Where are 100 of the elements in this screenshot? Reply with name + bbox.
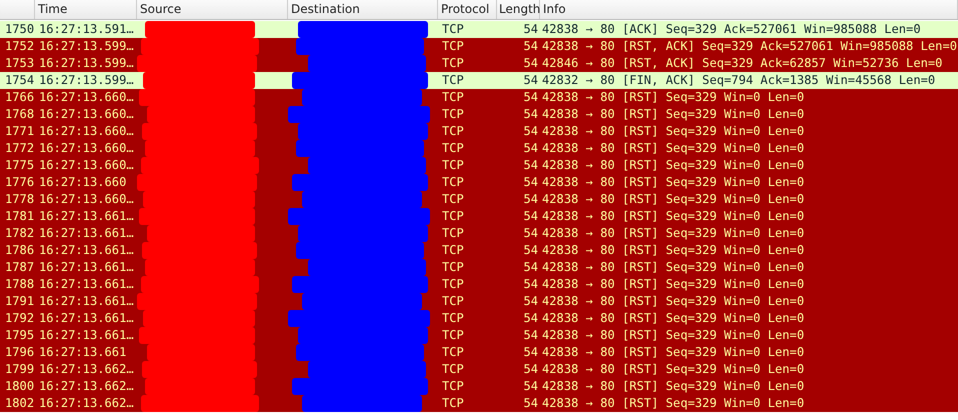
frame-number: 1800 [4,378,35,395]
packet-row[interactable]: 1775 16:27:13.660… TCP 54 42838 → 80 [RST] Seq=329 Win=0 Len=0 [0,157,958,174]
length-cell-text: 54 [522,38,539,55]
time-cell-text: 16:27:13.661… [38,293,135,310]
length-cell-text: 54 [522,361,539,378]
packet-row[interactable]: 1800 16:27:13.662… TCP 54 42838 → 80 [RST] Seq=329 Win=0 Len=0 [0,378,958,395]
packet-row[interactable]: 1788 16:27:13.661… TCP 54 42838 → 80 [RST] Seq=329 Win=0 Len=0 [0,276,958,293]
info-cell-text: 42838 → 80 [RST] Seq=329 Win=0 Len=0 [541,89,806,106]
length-cell-text: 54 [522,174,539,191]
info-cell-text: 42838 → 80 [RST] Seq=329 Win=0 Len=0 [541,191,806,208]
packet-row[interactable]: 1799 16:27:13.662… TCP 54 42838 → 80 [RST] Seq=329 Win=0 Len=0 [0,361,958,378]
length-cell-text: 54 [522,259,539,276]
packet-row[interactable]: 1776 16:27:13.660 TCP 54 42838 → 80 [RST] Seq=329 Win=0 Len=0 [0,174,958,191]
time-cell-text: 16:27:13.660… [38,191,135,208]
length-cell-text: 54 [522,276,539,293]
protocol-cell-text: TCP [441,123,465,140]
frame-number: 1766 [4,89,35,106]
time-cell-text: 16:27:13.599… [38,55,135,72]
length-cell-text: 54 [522,378,539,395]
frame-number: 1787 [4,259,35,276]
packet-row[interactable]: 1796 16:27:13.661 TCP 54 42838 → 80 [RST] Seq=329 Win=0 Len=0 [0,344,958,361]
frame-number: 1776 [4,174,35,191]
length-cell-text: 54 [522,395,539,412]
column-header[interactable]: Source [137,0,288,19]
length-cell-text: 54 [522,106,539,123]
packet-row[interactable]: 1786 16:27:13.661… TCP 54 42838 → 80 [RST] Seq=329 Win=0 Len=0 [0,242,958,259]
info-cell-text: 42838 → 80 [RST] Seq=329 Win=0 Len=0 [541,140,806,157]
frame-number: 1802 [4,395,35,412]
frame-number: 1796 [4,344,35,361]
time-cell-text: 16:27:13.660… [38,157,135,174]
packet-row[interactable]: 1778 16:27:13.660… TCP 54 42838 → 80 [RST] Seq=329 Win=0 Len=0 [0,191,958,208]
length-cell-text: 54 [522,344,539,361]
packet-row[interactable]: 1772 16:27:13.660… TCP 54 42838 → 80 [RST] Seq=329 Win=0 Len=0 [0,140,958,157]
protocol-cell-text: TCP [441,259,465,276]
packet-row[interactable]: 1781 16:27:13.661… TCP 54 42838 → 80 [RST] Seq=329 Win=0 Len=0 [0,208,958,225]
protocol-cell-text: TCP [441,55,465,72]
column-header[interactable]: Protocol [438,0,497,19]
column-header[interactable]: Info [540,0,958,19]
time-cell-text: 16:27:13.661… [38,276,135,293]
packet-row[interactable]: 1802 16:27:13.662… TCP 54 42838 → 80 [RST] Seq=329 Win=0 Len=0 [0,395,958,412]
frame-number: 1775 [4,157,35,174]
time-cell-text: 16:27:13.661… [38,259,135,276]
length-cell-text: 54 [522,208,539,225]
packet-row[interactable]: 1787 16:27:13.661… TCP 54 42838 → 80 [RST] Seq=329 Win=0 Len=0 [0,259,958,276]
protocol-cell-text: TCP [441,327,465,344]
time-cell-text: 16:27:13.661… [38,242,135,259]
info-cell-text: 42838 → 80 [RST] Seq=329 Win=0 Len=0 [541,327,806,344]
protocol-cell-text: TCP [441,157,465,174]
length-cell-text: 54 [522,72,539,89]
info-cell-text: 42838 → 80 [RST] Seq=329 Win=0 Len=0 [541,293,806,310]
info-cell-text: 42838 → 80 [RST] Seq=329 Win=0 Len=0 [541,276,806,293]
frame-number: 1772 [4,140,35,157]
protocol-cell-text: TCP [441,38,465,55]
protocol-cell-text: TCP [441,276,465,293]
time-cell-text: 16:27:13.661 [38,344,128,361]
length-cell-text: 54 [522,123,539,140]
packet-row[interactable]: 1752 16:27:13.599… TCP 54 42838 → 80 [RST, ACK] Seq=329 Ack=527061 Win=985088 Len=0 [0,38,958,55]
length-cell-text: 54 [522,55,539,72]
time-cell-text: 16:27:13.660… [38,106,135,123]
frame-number: 1781 [4,208,35,225]
time-cell-text: 16:27:13.599… [38,72,135,89]
time-cell-text: 16:27:13.661… [38,208,135,225]
packet-row[interactable]: 1766 16:27:13.660… TCP 54 42838 → 80 [RST] Seq=329 Win=0 Len=0 [0,89,958,106]
info-cell-text: 42838 → 80 [RST] Seq=329 Win=0 Len=0 [541,208,806,225]
protocol-cell-text: TCP [441,89,465,106]
time-cell-text: 16:27:13.661… [38,310,135,327]
packet-row[interactable]: 1754 16:27:13.599… TCP 54 42832 → 80 [FIN, ACK] Seq=794 Ack=1385 Win=45568 Len=0 [0,72,958,89]
column-header[interactable]: Destination [288,0,438,19]
info-cell-text: 42838 → 80 [RST] Seq=329 Win=0 Len=0 [541,259,806,276]
protocol-cell-text: TCP [441,208,465,225]
length-cell-text: 54 [522,21,539,38]
column-header[interactable]: Time [35,0,137,19]
frame-number: 1754 [4,72,35,89]
frame-number: 1799 [4,361,35,378]
frame-number: 1778 [4,191,35,208]
length-cell-text: 54 [522,89,539,106]
protocol-cell-text: TCP [441,242,465,259]
column-header[interactable]: Length [497,0,540,19]
info-cell-text: 42838 → 80 [RST] Seq=329 Win=0 Len=0 [541,174,806,191]
packet-row[interactable]: 1792 16:27:13.661… TCP 54 42838 → 80 [RST] Seq=329 Win=0 Len=0 [0,310,958,327]
length-cell-text: 54 [522,140,539,157]
packet-row[interactable]: 1791 16:27:13.661… TCP 54 42838 → 80 [RST] Seq=329 Win=0 Len=0 [0,293,958,310]
packet-row[interactable]: 1750 16:27:13.591… TCP 54 42838 → 80 [ACK] Seq=329 Ack=527061 Win=985088 Len=0 [0,21,958,38]
packet-row[interactable]: 1771 16:27:13.660… TCP 54 42838 → 80 [RST] Seq=329 Win=0 Len=0 [0,123,958,140]
length-cell-text: 54 [522,225,539,242]
frame-number: 1795 [4,327,35,344]
protocol-cell-text: TCP [441,225,465,242]
frame-number: 1768 [4,106,35,123]
packet-row[interactable]: 1795 16:27:13.661… TCP 54 42838 → 80 [RST] Seq=329 Win=0 Len=0 [0,327,958,344]
protocol-cell-text: TCP [441,174,465,191]
info-cell-text: 42838 → 80 [RST] Seq=329 Win=0 Len=0 [541,378,806,395]
packet-row[interactable]: 1768 16:27:13.660… TCP 54 42838 → 80 [RST] Seq=329 Win=0 Len=0 [0,106,958,123]
protocol-cell-text: TCP [441,191,465,208]
frame-number: 1750 [4,21,35,38]
length-cell-text: 54 [522,293,539,310]
info-cell-text: 42838 → 80 [RST] Seq=329 Win=0 Len=0 [541,395,806,412]
length-cell-text: 54 [522,310,539,327]
packet-row[interactable]: 1753 16:27:13.599… TCP 54 42846 → 80 [RST, ACK] Seq=329 Ack=62857 Win=52736 Len=0 [0,55,958,72]
packet-row[interactable]: 1782 16:27:13.661… TCP 54 42838 → 80 [RST] Seq=329 Win=0 Len=0 [0,225,958,242]
time-cell-text: 16:27:13.591… [38,21,135,38]
